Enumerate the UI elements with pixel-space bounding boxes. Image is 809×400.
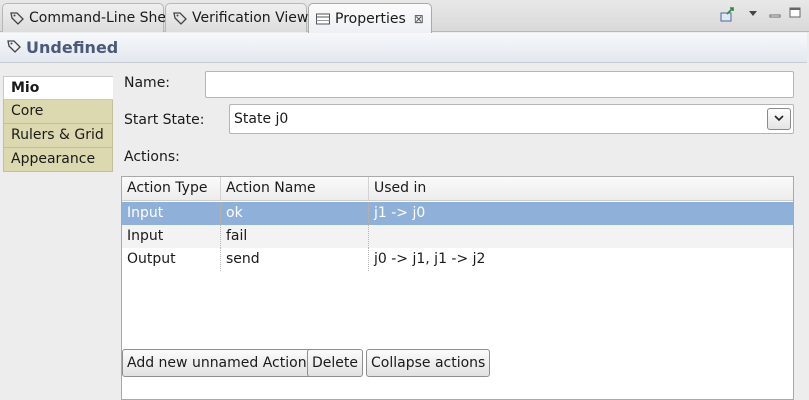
name-label: Name: [124, 75, 171, 91]
tab-label: Properties [335, 10, 406, 27]
column-header-used-in[interactable]: Used in [369, 177, 795, 201]
minimize-icon[interactable] [768, 6, 782, 24]
maximize-icon[interactable] [788, 6, 802, 24]
cell-action-type: Input [122, 225, 221, 248]
view-tab-bar: Command-Line Shell Verification View Pro… [0, 0, 809, 33]
start-state-label: Start State: [124, 112, 205, 128]
start-state-value: State j0 [234, 111, 289, 127]
cell-action-name: fail [221, 225, 369, 248]
cell-used-in: j0 -> j1, j1 -> j2 [374, 251, 486, 267]
cell-action-type: Input [122, 202, 221, 225]
tag-icon [6, 38, 22, 58]
mio-properties-panel: Name: Start State: State j0 Actions: Act… [113, 64, 807, 400]
page-title: Undefined [26, 38, 119, 57]
chevron-down-icon [773, 111, 785, 127]
pin-icon[interactable] [718, 6, 736, 24]
collapse-actions-button[interactable]: Collapse actions [366, 349, 491, 377]
tab-label: Command-Line Shell [29, 10, 174, 26]
cell-used-in: j1 -> j0 [374, 205, 426, 221]
table-row[interactable]: Input fail [122, 225, 793, 248]
side-tab-mio[interactable]: Mio [3, 76, 113, 100]
properties-table-icon [315, 11, 331, 27]
delete-button[interactable]: Delete [307, 349, 363, 377]
start-state-select[interactable]: State j0 [229, 104, 794, 134]
properties-header: Undefined [0, 33, 807, 63]
column-header-action-type[interactable]: Action Type [122, 177, 221, 201]
table-header: Action Type Action Name Used in [122, 177, 793, 201]
tab-verification-view[interactable]: Verification View [165, 3, 309, 32]
cell-action-name: send [221, 248, 369, 271]
add-action-button[interactable]: Add new unnamed Action [122, 349, 312, 377]
start-state-dropdown-button[interactable] [767, 108, 791, 130]
table-row[interactable]: Output send j0 -> j1, j1 -> j2 [122, 248, 793, 271]
cell-action-name: ok [221, 202, 369, 225]
side-tab-appearance[interactable]: Appearance [3, 148, 113, 172]
tab-properties[interactable]: Properties ⊠ [308, 3, 432, 33]
column-header-action-name[interactable]: Action Name [221, 177, 369, 201]
actions-label: Actions: [124, 149, 180, 165]
side-tab-rulers-grid[interactable]: Rulers & Grid [3, 124, 113, 148]
cell-action-type: Output [122, 248, 221, 271]
tag-icon [9, 10, 25, 26]
table-row[interactable]: Input ok j1 -> j0 [122, 202, 793, 225]
side-tab-core[interactable]: Core [3, 100, 113, 124]
close-icon[interactable]: ⊠ [414, 12, 424, 26]
name-field[interactable] [205, 71, 794, 98]
cell-used-in [369, 225, 795, 248]
tab-command-line-shell[interactable]: Command-Line Shell [2, 3, 174, 32]
tag-icon [172, 10, 188, 26]
property-tabs: Mio Core Rulers & Grid Appearance [3, 76, 113, 172]
tab-label: Verification View [192, 10, 309, 26]
view-menu-icon[interactable] [746, 6, 760, 24]
